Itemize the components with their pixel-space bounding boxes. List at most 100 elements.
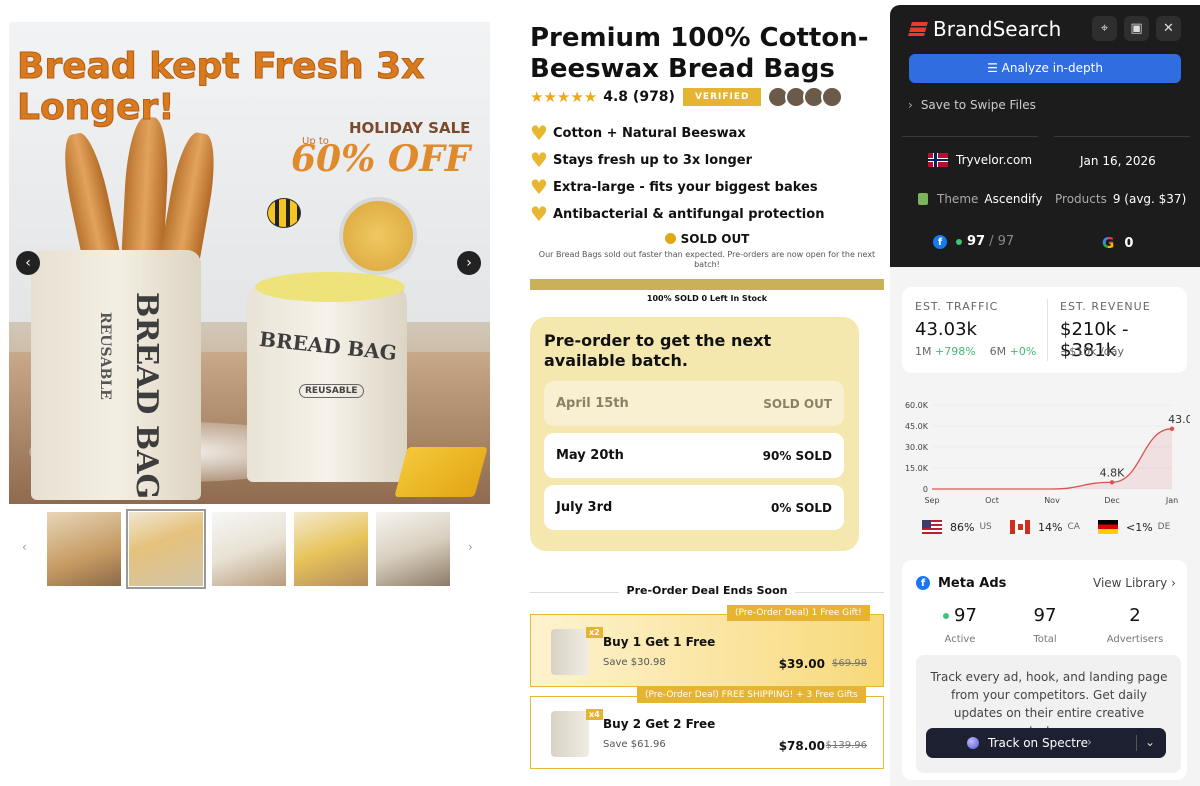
thumbnail[interactable]	[376, 512, 450, 586]
x-tick-label: Nov	[1044, 496, 1060, 505]
bag-print: BREAD BAG	[129, 292, 164, 500]
geo-ca: 14% CA	[1010, 520, 1080, 534]
chevron-right-icon: ›	[908, 98, 913, 112]
meta-adv-value: 2	[1129, 605, 1141, 626]
traffic-chart: 0 15.0K 30.0K 45.0K 60.0K Sep Oct Nov Dec Jan 4.8K…	[905, 401, 1190, 505]
panel-header: BrandSearch ⌖ ▣ ✕ ☰ Analyze in-depth › Sa…	[890, 5, 1200, 267]
traffic-value: 43.03k	[915, 319, 977, 340]
products-value: 9 (avg. $37)	[1112, 192, 1187, 206]
google-ads-count[interactable]: G0	[1102, 234, 1133, 252]
traffic-1m: +798%	[935, 345, 976, 358]
spectre-icon	[967, 737, 979, 749]
thumbnail[interactable]	[126, 509, 206, 589]
facebook-icon: f	[916, 576, 930, 590]
site-row[interactable]: Tryvelor.com	[928, 153, 1032, 167]
series-area	[932, 428, 1172, 489]
brand-name: BrandSearch	[933, 17, 1062, 41]
chevron-left-icon[interactable]: ‹	[16, 251, 40, 275]
offer-option[interactable]: (Pre-Order Deal) 1 Free Gift! x2 Buy 1 G…	[530, 605, 884, 687]
revenue-day: ~$10k /day	[1060, 345, 1125, 358]
batch-option[interactable]: April 15th SOLD OUT	[544, 381, 844, 426]
thumb-next-icon[interactable]: ›	[468, 540, 473, 554]
meta-total-value: 97	[1033, 605, 1057, 626]
batch-date: May 20th	[556, 448, 624, 463]
offer-tag: (Pre-Order Deal) 1 Free Gift!	[727, 605, 870, 621]
offer-old-price: $69.98	[832, 658, 867, 669]
y-tick-label: 0	[923, 485, 928, 494]
batch-status: 0% SOLD	[770, 500, 832, 515]
geo-de: <1% DE	[1098, 520, 1170, 534]
stars-icon: ★★★★★	[530, 88, 598, 106]
view-library-link[interactable]: View Library ›	[1093, 576, 1176, 590]
track-on-spectre-button[interactable]: Track on Spectre › ⌄	[926, 728, 1166, 758]
traffic-change: 1M +798% 6M +0%	[915, 345, 1036, 358]
norway-flag-icon	[928, 153, 948, 167]
active-dot-icon	[943, 612, 950, 619]
revenue-label: EST. REVENUE	[1060, 300, 1151, 313]
analyze-button[interactable]: ☰ Analyze in-depth	[909, 54, 1181, 83]
feature-text: Stays fresh up to 3x longer	[553, 152, 752, 168]
meta-total: 97 Total	[1005, 605, 1085, 645]
heart-icon: ♥	[530, 202, 548, 226]
stock-progress-bar	[530, 279, 884, 290]
main-product-image[interactable]: BREAD BAG REUSABLE BREAD BAG REUSABLE Br…	[9, 22, 490, 504]
sold-out-text: SOLD OUT	[680, 232, 750, 246]
swipe-label: Save to Swipe Files	[920, 98, 1036, 112]
stock-text: 100% SOLD 0 Left In Stock	[646, 294, 768, 303]
bag2-print-sub: REUSABLE	[299, 384, 364, 398]
thumbnail-strip: ‹ ›	[8, 509, 490, 589]
meta-active: 97 Active	[920, 605, 1000, 645]
batch-option[interactable]: July 3rd 0% SOLD	[544, 485, 844, 530]
feature-item: ♥ Antibacterial & antifungal protection	[530, 202, 824, 226]
bag-print-sub: REUSABLE	[97, 312, 113, 400]
batch-date: July 3rd	[556, 500, 613, 515]
data-point	[1169, 426, 1175, 431]
y-tick-label: 45.0K	[905, 422, 929, 431]
divider	[902, 136, 1038, 137]
fb-total: / 97	[989, 234, 1015, 249]
pin-icon[interactable]: ⌖	[1092, 16, 1117, 41]
image-headline: Bread kept Fresh 3x Longer!	[17, 46, 425, 129]
traffic-label: EST. TRAFFIC	[915, 300, 999, 313]
brandsearch-logo-icon	[908, 22, 928, 36]
offer-name: Buy 2 Get 2 Free	[603, 717, 716, 731]
offer-qty-badge: x4	[586, 709, 603, 720]
divider	[1054, 136, 1190, 137]
layout-icon[interactable]: ▣	[1124, 16, 1149, 41]
meta-active-label: Active	[944, 634, 976, 645]
meta-active-value: 97	[954, 605, 977, 626]
batch-option[interactable]: May 20th 90% SOLD	[544, 433, 844, 478]
traffic-card: EST. TRAFFIC 43.03k 1M +798% 6M +0% EST.…	[902, 287, 1187, 373]
meta-total-label: Total	[1033, 634, 1057, 645]
batch-status: SOLD OUT	[763, 396, 832, 411]
offer-save: Save $30.98	[603, 657, 666, 668]
geo-pct: 86%	[950, 520, 975, 534]
save-swipe-files[interactable]: › Save to Swipe Files	[908, 98, 1036, 112]
theme-name: Ascendify	[984, 192, 1043, 206]
traffic-6m: +0%	[1009, 345, 1037, 358]
site-date: Jan 16, 2026	[1080, 154, 1156, 168]
thumbnail[interactable]	[294, 512, 368, 586]
brand: BrandSearch	[908, 17, 1062, 41]
thumbnail[interactable]	[47, 512, 121, 586]
offer-product-image	[551, 629, 589, 675]
thumbnail[interactable]	[212, 512, 286, 586]
offer-option[interactable]: (Pre-Order Deal) FREE SHIPPING! + 3 Free…	[530, 687, 884, 769]
google-value: 0	[1124, 235, 1134, 251]
thumb-prev-icon[interactable]: ‹	[22, 540, 27, 554]
analyze-icon: ☰	[987, 61, 1002, 75]
offer-tag: (Pre-Order Deal) FREE SHIPPING! + 3 Free…	[637, 687, 866, 703]
chevron-down-icon[interactable]: ⌄	[1145, 735, 1155, 749]
heart-icon: ♥	[530, 121, 548, 145]
theme-row: Theme Ascendify	[918, 192, 1043, 206]
facebook-ads-count[interactable]: f 97/ 97	[933, 234, 1014, 249]
traffic-6m-label: 6M	[989, 345, 1007, 358]
close-icon[interactable]: ✕	[1156, 16, 1181, 41]
meta-advertisers: 2 Advertisers	[1095, 605, 1175, 645]
offer-price: $39.00	[778, 657, 825, 671]
spectre-label: Track on Spectre	[988, 736, 1088, 750]
chevron-right-icon[interactable]: ›	[457, 251, 481, 275]
offer-product-image	[551, 711, 589, 757]
divider	[1047, 299, 1048, 361]
analyze-label: Analyze in-depth	[1001, 61, 1103, 75]
